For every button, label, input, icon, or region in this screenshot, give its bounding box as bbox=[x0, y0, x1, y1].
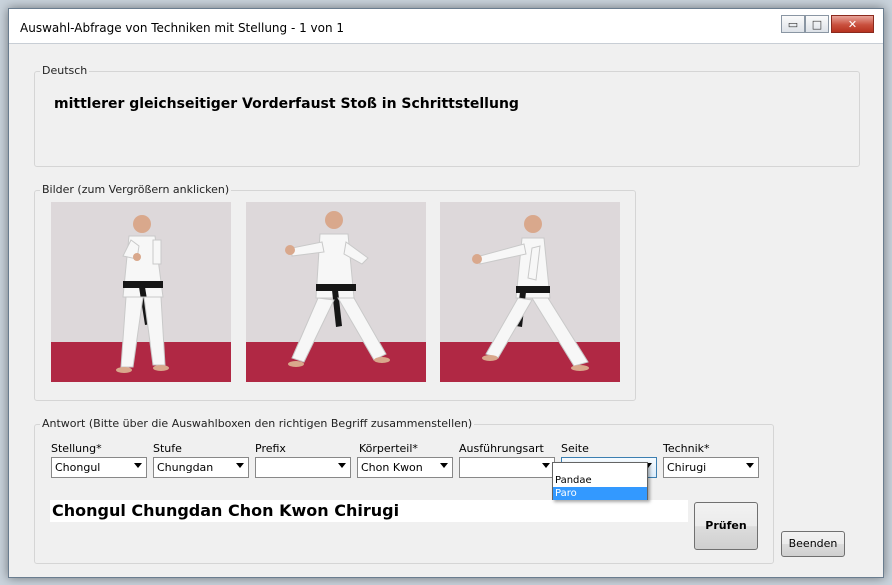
german-group-label: Deutsch bbox=[40, 64, 90, 77]
technik-select[interactable]: Chirugi bbox=[663, 457, 759, 478]
answer-text-field[interactable]: Chongul Chungdan Chon Kwon Chirugi bbox=[50, 500, 688, 522]
koerperteil-select[interactable]: Chon Kwon bbox=[357, 457, 453, 478]
koerperteil-value: Chon Kwon bbox=[361, 461, 423, 474]
images-group-label: Bilder (zum Vergrößern anklicken) bbox=[40, 183, 232, 196]
chevron-down-icon bbox=[236, 463, 244, 468]
koerperteil-label: Körperteil* bbox=[359, 442, 418, 455]
technik-value: Chirugi bbox=[667, 461, 707, 474]
exit-button[interactable]: Beenden bbox=[781, 531, 845, 557]
stellung-value: Chongul bbox=[55, 461, 101, 474]
close-icon: ✕ bbox=[847, 18, 858, 31]
technique-photo-2[interactable] bbox=[246, 202, 426, 382]
chevron-down-icon bbox=[542, 463, 550, 468]
stufe-label: Stufe bbox=[153, 442, 182, 455]
german-description: mittlerer gleichseitiger Vorderfaust Sto… bbox=[54, 96, 519, 112]
images-group: Bilder (zum Vergrößern anklicken) bbox=[34, 183, 636, 401]
stellung-label: Stellung* bbox=[51, 442, 102, 455]
seite-dropdown-list[interactable]: Pandae Paro bbox=[552, 462, 648, 500]
technik-label: Technik* bbox=[663, 442, 710, 455]
answer-group: Antwort (Bitte über die Auswahlboxen den… bbox=[34, 417, 774, 564]
technique-photo-1[interactable] bbox=[51, 202, 231, 382]
chevron-down-icon bbox=[440, 463, 448, 468]
app-window: Auswahl-Abfrage von Techniken mit Stellu… bbox=[8, 8, 884, 578]
seite-option-paro[interactable]: Paro bbox=[553, 487, 647, 500]
maximize-button[interactable]: □ bbox=[805, 15, 829, 33]
stellung-select[interactable]: Chongul bbox=[51, 457, 147, 478]
client-area: Deutsch mittlerer gleichseitiger Vorderf… bbox=[9, 43, 883, 577]
close-button[interactable]: ✕ bbox=[831, 15, 874, 33]
chevron-down-icon bbox=[134, 463, 142, 468]
ausfuehrungsart-label: Ausführungsart bbox=[459, 442, 544, 455]
stufe-value: Chungdan bbox=[157, 461, 214, 474]
prefix-select[interactable] bbox=[255, 457, 351, 478]
technique-photo-3[interactable] bbox=[440, 202, 620, 382]
chevron-down-icon bbox=[338, 463, 346, 468]
prefix-label: Prefix bbox=[255, 442, 286, 455]
stufe-select[interactable]: Chungdan bbox=[153, 457, 249, 478]
minimize-icon: ▭ bbox=[787, 18, 799, 31]
ausfuehrungsart-select[interactable] bbox=[459, 457, 555, 478]
german-group: Deutsch mittlerer gleichseitiger Vorderf… bbox=[34, 64, 860, 167]
seite-label: Seite bbox=[561, 442, 589, 455]
seite-option-pandae[interactable]: Pandae bbox=[553, 474, 647, 487]
answer-group-label: Antwort (Bitte über die Auswahlboxen den… bbox=[40, 417, 475, 430]
minimize-button[interactable]: ▭ bbox=[781, 15, 805, 33]
title-bar[interactable]: Auswahl-Abfrage von Techniken mit Stellu… bbox=[9, 9, 883, 43]
check-button[interactable]: Prüfen bbox=[694, 502, 758, 550]
window-title: Auswahl-Abfrage von Techniken mit Stellu… bbox=[20, 21, 345, 35]
chevron-down-icon bbox=[746, 463, 754, 468]
maximize-icon: □ bbox=[811, 18, 823, 31]
